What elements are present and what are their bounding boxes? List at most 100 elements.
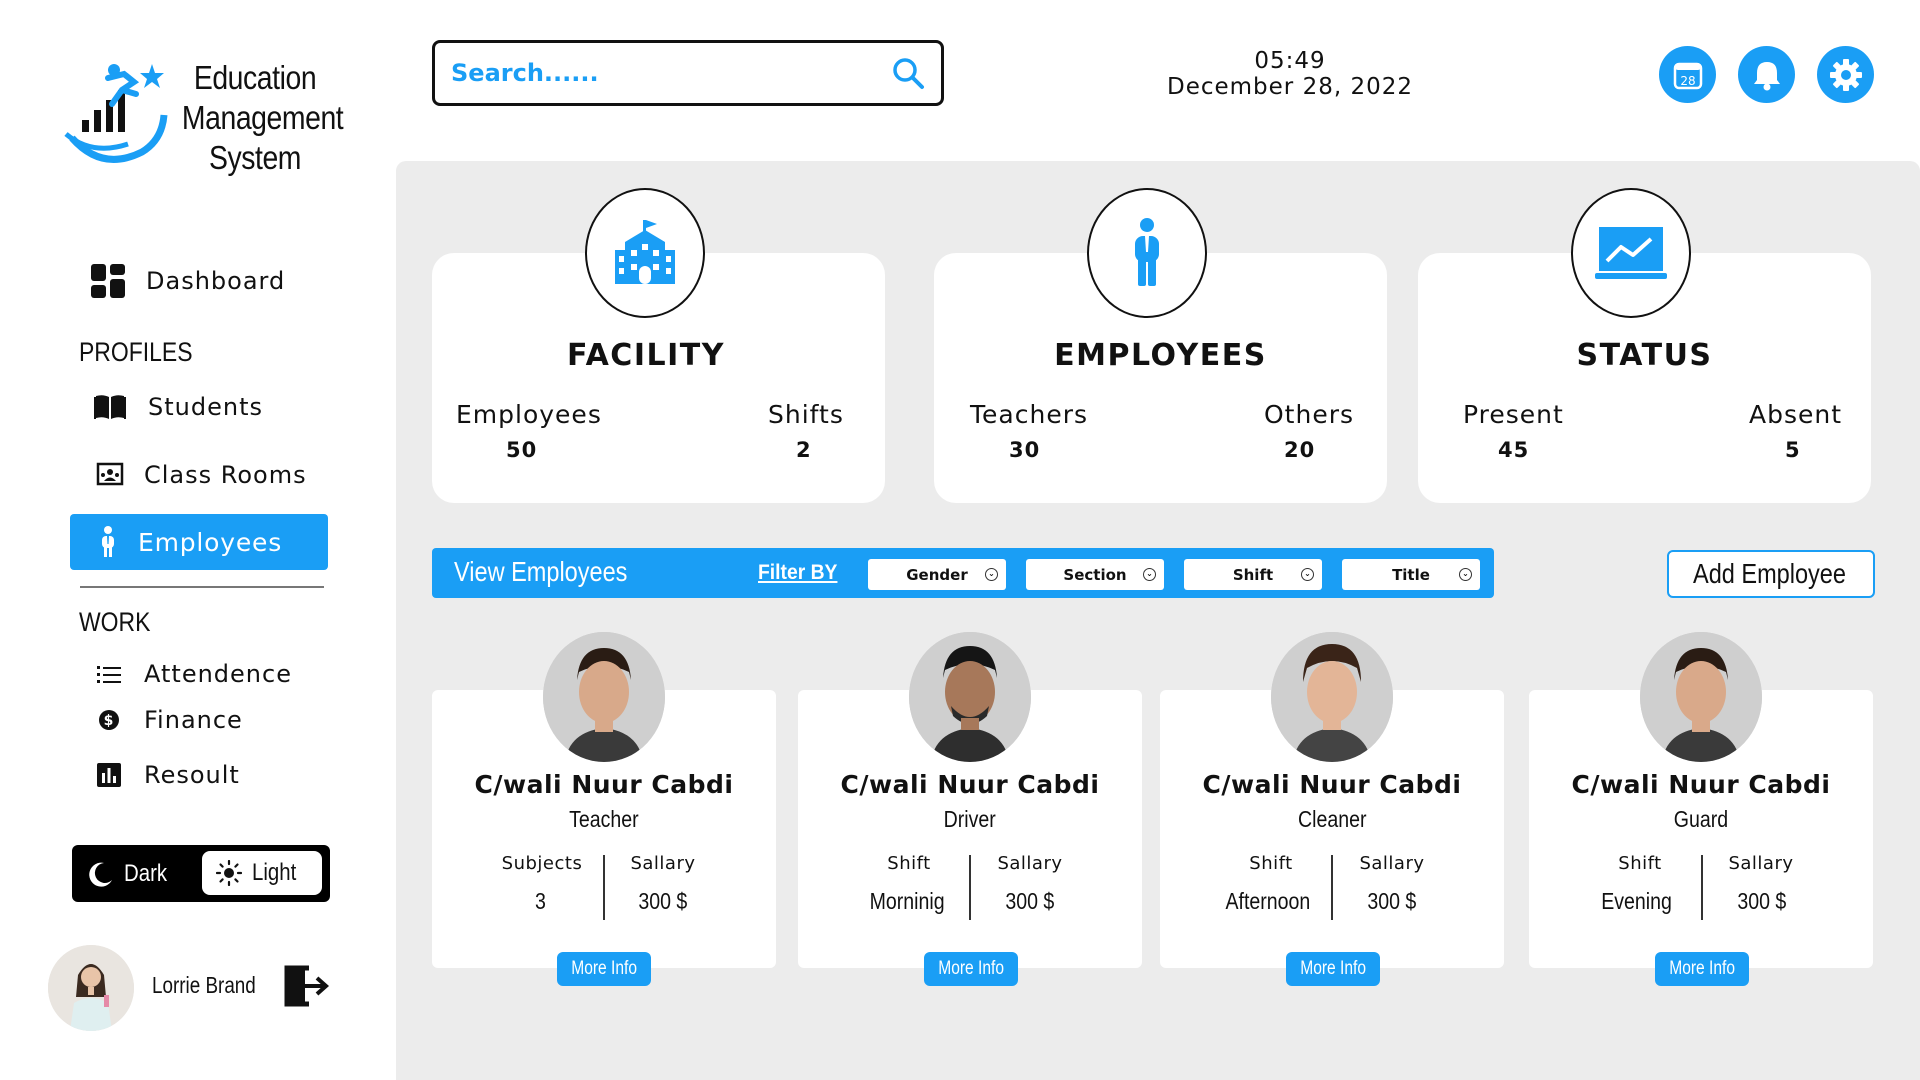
search-box[interactable] bbox=[432, 40, 944, 106]
stat-right-value: 5 bbox=[1785, 438, 1801, 462]
sidebar-item-label: Attendence bbox=[144, 660, 292, 688]
user-avatar[interactable] bbox=[48, 945, 134, 1031]
stat-badge-employees bbox=[1087, 188, 1207, 318]
stat-badge-status bbox=[1571, 188, 1691, 318]
employee-photo bbox=[1640, 632, 1762, 762]
stat-left-value: 30 bbox=[1009, 438, 1041, 462]
more-info-button[interactable]: More Info bbox=[1655, 952, 1749, 986]
sidebar-item-dashboard[interactable]: Dashboard bbox=[90, 253, 285, 309]
date-time: 05:49 December 28, 2022 bbox=[1140, 48, 1440, 100]
employee-field-value: Morninig bbox=[869, 888, 945, 914]
filter-title-dropdown[interactable]: Title ⌄ bbox=[1342, 559, 1480, 590]
person-icon bbox=[1135, 218, 1159, 286]
moon-icon bbox=[89, 862, 112, 887]
stat-right-label: Shifts bbox=[768, 400, 844, 429]
dropdown-label: Shift bbox=[1232, 565, 1274, 584]
calendar-icon: 28 bbox=[1673, 62, 1702, 89]
stat-left-label: Employees bbox=[456, 400, 602, 429]
calendar-button[interactable]: 28 bbox=[1659, 46, 1716, 103]
view-employees-title: View Employees bbox=[454, 556, 628, 587]
employee-name: C/wali Nuur Cabdi bbox=[1571, 770, 1831, 799]
chevron-down-icon: ⌄ bbox=[1459, 568, 1472, 581]
stat-left-label: Present bbox=[1463, 400, 1564, 429]
bar-chart-icon bbox=[94, 757, 124, 793]
app-logo bbox=[64, 64, 168, 163]
stat-right-label: Others bbox=[1264, 400, 1355, 429]
section-label-profiles: PROFILES bbox=[79, 337, 193, 367]
stat-badge-facility bbox=[585, 188, 705, 318]
dropdown-label: Title bbox=[1392, 565, 1430, 584]
section-label-work: WORK bbox=[79, 607, 151, 637]
more-info-button[interactable]: More Info bbox=[1286, 952, 1380, 986]
theme-dark-label: Dark bbox=[124, 860, 168, 887]
more-info-button[interactable]: More Info bbox=[557, 952, 651, 986]
stat-left-value: 45 bbox=[1498, 438, 1530, 462]
employee-role: Driver bbox=[943, 806, 997, 832]
theme-dark-option[interactable]: Dark bbox=[86, 854, 175, 894]
person-icon bbox=[100, 526, 116, 558]
employee-role: Guard bbox=[1673, 806, 1729, 832]
theme-toggle[interactable]: Dark Light bbox=[72, 845, 330, 902]
employee-field-value: Evening bbox=[1601, 888, 1673, 914]
logout-icon[interactable] bbox=[283, 964, 331, 1008]
sidebar-divider bbox=[80, 586, 324, 588]
gear-icon bbox=[1829, 58, 1862, 91]
employee-name: C/wali Nuur Cabdi bbox=[840, 770, 1100, 799]
employee-field-label: Shift bbox=[1618, 853, 1662, 874]
employee-field-value: 3 bbox=[534, 888, 546, 914]
stat-title: FACILITY bbox=[567, 338, 725, 373]
dropdown-label: Section bbox=[1063, 565, 1127, 584]
stat-right-value: 20 bbox=[1284, 438, 1316, 462]
dollar-icon: $ bbox=[94, 702, 124, 738]
employee-name: C/wali Nuur Cabdi bbox=[474, 770, 734, 799]
employee-role: Teacher bbox=[569, 806, 639, 832]
employee-photo bbox=[543, 632, 665, 762]
employee-field-label: Sallary bbox=[997, 853, 1063, 874]
school-building-icon bbox=[615, 220, 675, 284]
filter-gender-dropdown[interactable]: Gender ⌄ bbox=[868, 559, 1006, 590]
sidebar-item-employees[interactable]: Employees bbox=[70, 514, 328, 570]
book-icon bbox=[92, 389, 128, 425]
svg-text:28: 28 bbox=[1680, 74, 1695, 88]
sidebar-item-label: Class Rooms bbox=[144, 461, 307, 489]
sidebar-item-label: Employees bbox=[138, 527, 283, 557]
add-employee-label: Add Employee bbox=[1693, 558, 1846, 589]
employee-role: Cleaner bbox=[1297, 806, 1367, 832]
employee-field-label: Sallary bbox=[630, 853, 696, 874]
stat-right-value: 2 bbox=[796, 438, 812, 462]
employee-photo bbox=[1271, 632, 1393, 762]
list-icon bbox=[94, 656, 124, 692]
employee-field-label: Subjects bbox=[501, 853, 583, 874]
employee-field-value: Afternoon bbox=[1225, 888, 1311, 914]
stat-left-value: 50 bbox=[506, 438, 538, 462]
chevron-down-icon: ⌄ bbox=[985, 568, 998, 581]
sidebar-item-result[interactable]: Resoult bbox=[94, 747, 240, 803]
employee-field-value: 300 $ bbox=[638, 888, 688, 914]
stat-title: EMPLOYEES bbox=[1054, 338, 1267, 373]
time-text: 05:49 bbox=[1254, 48, 1326, 74]
sidebar-item-label: Students bbox=[148, 393, 263, 421]
sun-icon bbox=[216, 860, 242, 886]
sidebar-item-label: Finance bbox=[144, 706, 243, 734]
settings-button[interactable] bbox=[1817, 46, 1874, 103]
sidebar-item-finance[interactable]: $ Finance bbox=[94, 692, 243, 748]
filter-shift-dropdown[interactable]: Shift ⌄ bbox=[1184, 559, 1322, 590]
add-employee-button[interactable]: Add Employee bbox=[1667, 550, 1875, 598]
bell-icon bbox=[1753, 61, 1780, 90]
search-icon[interactable] bbox=[891, 56, 925, 90]
employee-field-label: Sallary bbox=[1359, 853, 1425, 874]
notifications-button[interactable] bbox=[1738, 46, 1795, 103]
sidebar-item-class-rooms[interactable]: Class Rooms bbox=[92, 447, 307, 503]
filter-by-link[interactable]: Filter BY bbox=[758, 561, 837, 585]
filter-section-dropdown[interactable]: Section ⌄ bbox=[1026, 559, 1164, 590]
employee-field-label: Shift bbox=[1249, 853, 1293, 874]
employee-photo bbox=[909, 632, 1031, 762]
theme-light-option[interactable]: Light bbox=[202, 851, 322, 895]
employee-field-value: 300 $ bbox=[1005, 888, 1055, 914]
dropdown-label: Gender bbox=[906, 565, 968, 584]
search-input[interactable] bbox=[451, 59, 891, 87]
stat-title: STATUS bbox=[1576, 338, 1713, 373]
sidebar-item-label: Dashboard bbox=[146, 267, 286, 295]
sidebar-item-students[interactable]: Students bbox=[92, 379, 263, 435]
more-info-button[interactable]: More Info bbox=[924, 952, 1018, 986]
